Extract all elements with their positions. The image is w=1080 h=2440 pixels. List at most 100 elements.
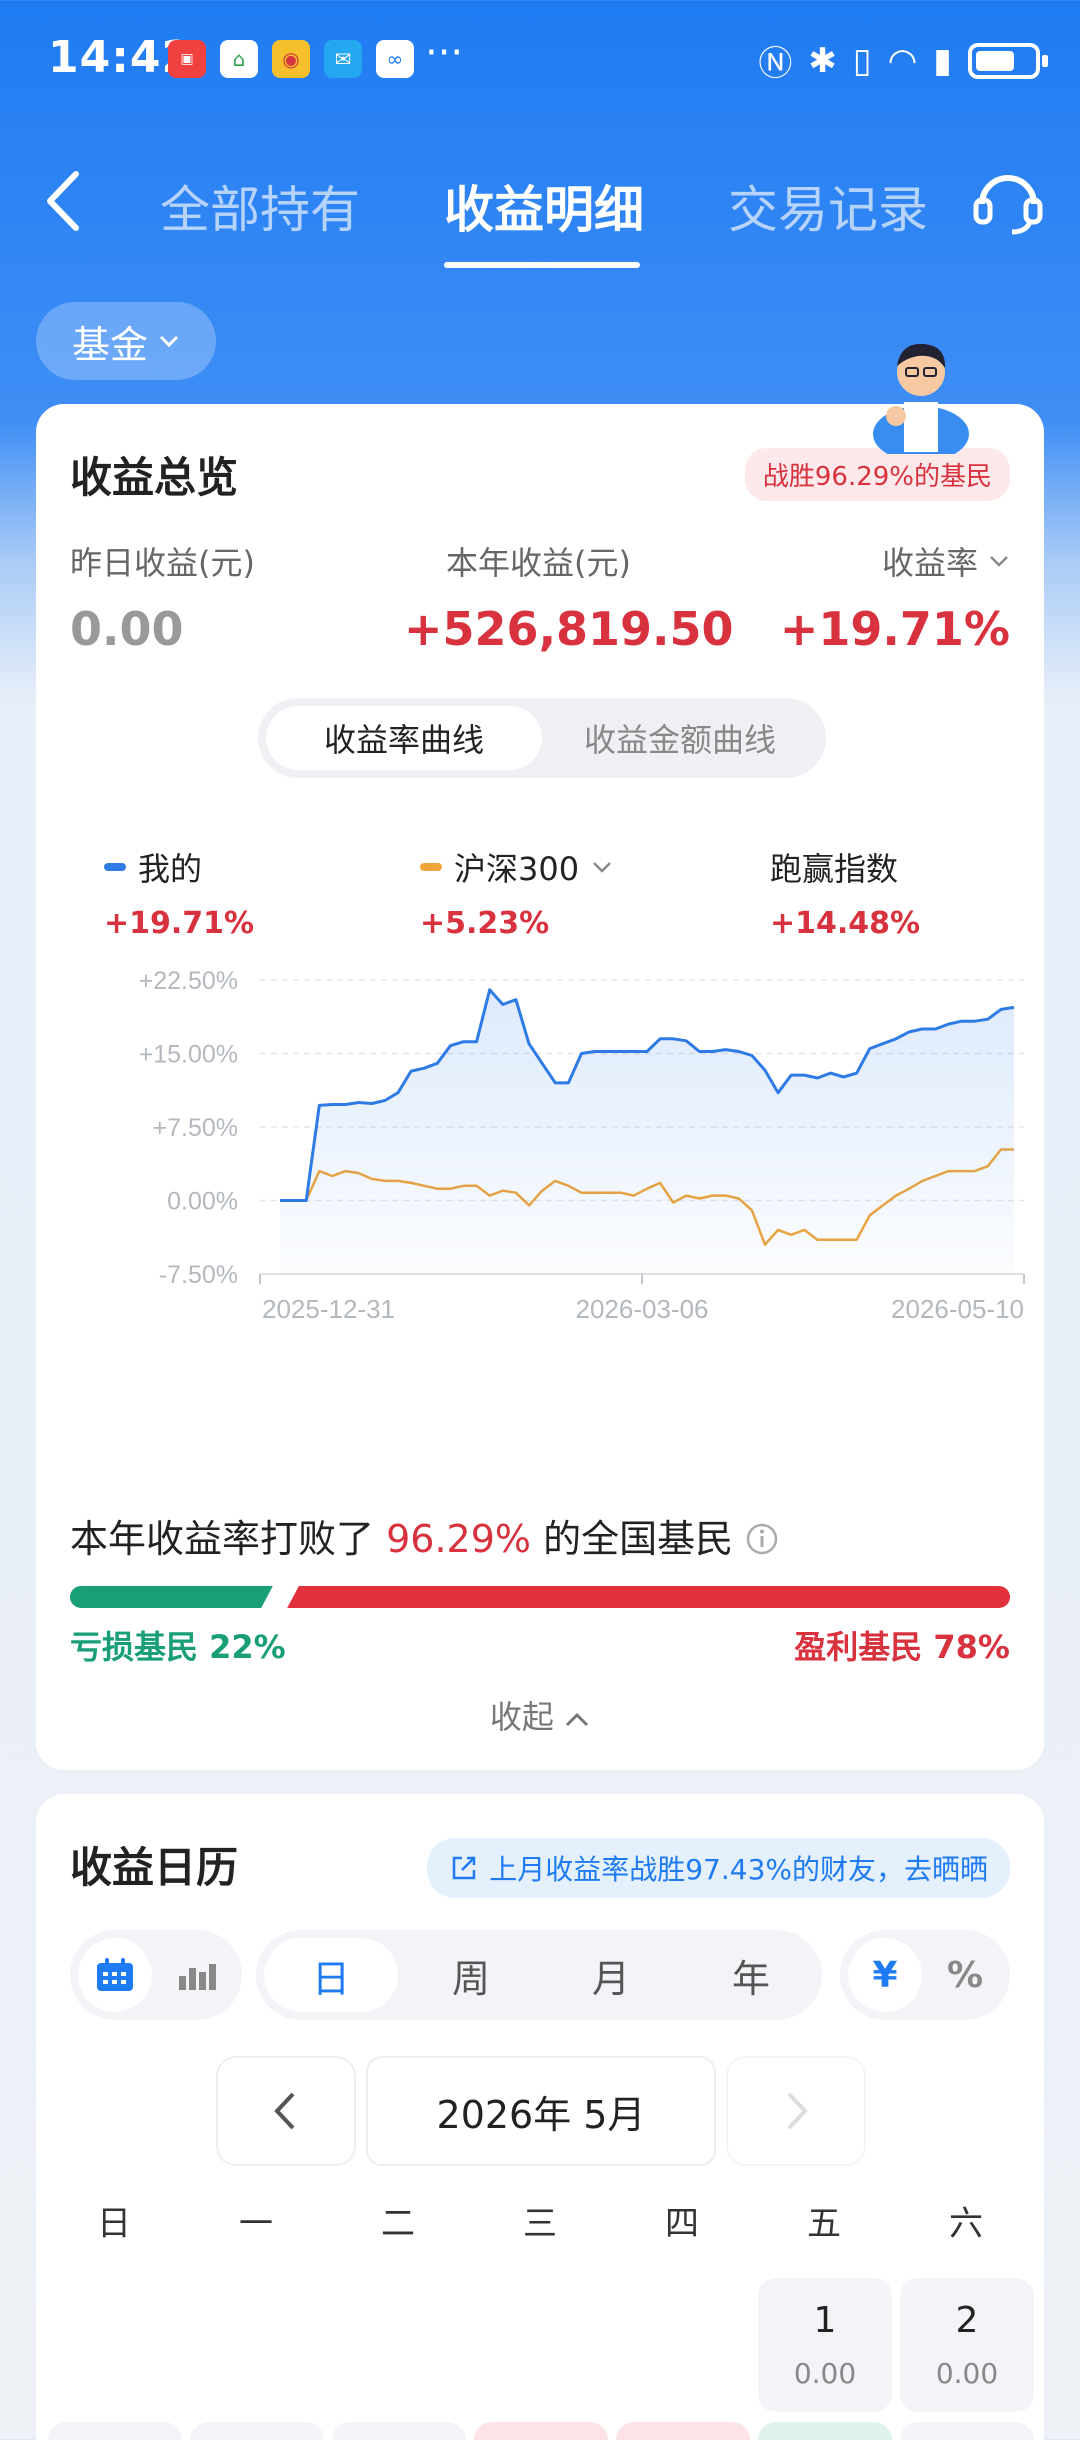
return-rate-chart[interactable]: +22.50% +15.00% +7.50% 0.00% -7.50% 2025-12-3…	[56, 952, 1026, 1432]
legend-swatch	[104, 863, 126, 871]
calendar-day-partial[interactable]	[474, 2422, 608, 2440]
y-tick-label: +7.50%	[153, 1114, 239, 1142]
beat-prefix: 本年收益率打败了	[70, 1517, 375, 1561]
legend-mine: 我的 +19.71%	[104, 844, 254, 941]
weekday-sat: 六	[949, 2204, 983, 2244]
income-overview-card: 收益总览 战胜96.29%的基民 昨日收益(元) 0.00 本年收益(元) +5…	[36, 404, 1044, 1770]
shopping-app-icon: ▣	[168, 40, 206, 78]
share-text: 上月收益率战胜97.43%的财友，去晒晒	[489, 1853, 988, 1886]
period-year[interactable]: 年	[684, 1938, 818, 2012]
y-tick-label: 0.00%	[167, 1188, 238, 1216]
overview-title: 收益总览	[70, 453, 239, 502]
beat-percentage-badge: 战胜96.29%的基民	[744, 448, 1010, 501]
weekday-thu: 四	[665, 2204, 699, 2244]
legend-outperform: 跑赢指数 +14.48%	[770, 844, 920, 941]
chevron-right-icon	[787, 2092, 808, 2130]
beat-summary: 本年收益率打败了 96.29% 的全国基民	[70, 1508, 779, 1563]
loss-investors-label: 亏损基民 22%	[70, 1628, 286, 1666]
gain-bar	[287, 1586, 1010, 1608]
legend-value: +19.71%	[104, 906, 255, 941]
calendar-title: 收益日历	[70, 1843, 239, 1892]
rate-value: +19.71%	[779, 602, 1010, 656]
calendar-day-partial[interactable]	[190, 2422, 324, 2440]
weekday-sun: 日	[97, 2204, 131, 2244]
x-tick-label: 2025-12-31	[262, 1294, 395, 1324]
tab-amount-curve[interactable]: 收益金额曲线	[542, 706, 818, 770]
active-tab-indicator	[444, 262, 640, 268]
curve-type-toggle: 收益率曲线 收益金额曲线	[258, 698, 826, 778]
day-income: 0.00	[935, 2357, 999, 2390]
fund-filter-dropdown[interactable]: 基金	[36, 302, 216, 380]
chevron-down-icon	[593, 862, 611, 873]
home-app-icon: ⌂	[220, 40, 258, 78]
calendar-day-partial[interactable]	[48, 2422, 182, 2440]
chevron-left-icon	[274, 2092, 295, 2130]
view-mode-toggle	[70, 1930, 242, 2020]
tab-all-holdings[interactable]: 全部持有	[160, 170, 360, 242]
share-banner[interactable]: 上月收益率战胜97.43%的财友，去晒晒	[427, 1838, 1010, 1898]
calendar-day[interactable]: 2 0.00	[900, 2278, 1034, 2412]
wifi-icon: ◠	[887, 40, 918, 81]
legend-label: 沪深300	[454, 850, 580, 888]
investor-split-bar	[70, 1584, 1010, 1610]
bluetooth-icon: ✱	[808, 40, 837, 81]
calendar-day-partial[interactable]	[616, 2422, 750, 2440]
period-toggle: 日 周 月 年	[256, 1930, 822, 2020]
top-nav: 全部持有 收益明细 交易记录	[0, 150, 1080, 270]
yesterday-income-value: 0.00	[70, 602, 184, 656]
battery-icon	[968, 42, 1048, 79]
prev-month-button[interactable]	[216, 2056, 356, 2166]
tab-rate-curve[interactable]: 收益率曲线	[266, 706, 542, 770]
y-tick-label: +15.00%	[139, 1041, 238, 1069]
customer-service-icon[interactable]	[968, 160, 1048, 240]
day-number: 2	[955, 2300, 979, 2341]
chevron-up-icon	[566, 1712, 589, 1727]
calendar-day-partial[interactable]	[332, 2422, 466, 2440]
calendar-view-button[interactable]	[78, 1938, 152, 2012]
chevron-down-icon	[990, 556, 1008, 567]
legend-label: 我的	[138, 850, 203, 888]
rate-selector[interactable]: 收益率	[882, 538, 1010, 584]
y-tick-label: -7.50%	[159, 1261, 238, 1289]
calendar-day-partial[interactable]	[900, 2422, 1034, 2440]
y-tick-label: +22.50%	[139, 967, 238, 995]
collapse-button[interactable]: 收起	[36, 1692, 1044, 1738]
more-notifications-icon: ···	[425, 30, 464, 76]
chevron-down-icon	[159, 335, 179, 348]
back-icon[interactable]	[36, 166, 96, 236]
period-day[interactable]: 日	[264, 1938, 398, 2012]
calendar-day-partial[interactable]	[758, 2422, 892, 2440]
unit-amount[interactable]: ¥	[848, 1938, 922, 2012]
legend-value: +14.48%	[770, 906, 921, 941]
weekday-mon: 一	[239, 2204, 273, 2244]
bar-view-button[interactable]	[160, 1938, 234, 2012]
tab-transactions[interactable]: 交易记录	[728, 170, 928, 242]
mascot-illustration	[873, 343, 969, 454]
next-month-button[interactable]	[726, 2056, 866, 2166]
beat-value: 96.29%	[386, 1517, 532, 1561]
weekday-wed: 三	[523, 2204, 557, 2244]
calendar-day[interactable]: 1 0.00	[758, 2278, 892, 2412]
rate-label: 收益率	[881, 544, 978, 582]
year-income-label: 本年收益(元)	[446, 544, 631, 582]
income-calendar-card: 收益日历 上月收益率战胜97.43%的财友，去晒晒 日 周 月 年 ¥ % 20…	[36, 1794, 1044, 2440]
notification-icons: ▣ ⌂ ◉ ✉ ∞	[168, 40, 414, 78]
collapse-label: 收起	[489, 1698, 554, 1736]
unit-percent[interactable]: %	[928, 1938, 1002, 2012]
tab-income-details[interactable]: 收益明细	[444, 170, 644, 242]
period-week[interactable]: 周	[404, 1938, 538, 2012]
weekday-fri: 五	[807, 2204, 841, 2244]
x-tick-label: 2026-05-10	[891, 1294, 1024, 1324]
period-month[interactable]: 月	[544, 1938, 678, 2012]
year-income-value: +526,819.50	[404, 602, 734, 656]
signal-icon: ▮	[933, 40, 952, 81]
legend-value: +5.23%	[420, 906, 550, 941]
day-income: 0.00	[793, 2357, 857, 2390]
link-app-icon: ∞	[376, 40, 414, 78]
bar-chart-icon	[179, 1964, 216, 1990]
info-icon[interactable]	[745, 1522, 779, 1556]
calendar-icon	[97, 1958, 133, 1991]
status-bar: 14:42 ▣ ⌂ ◉ ✉ ∞ ··· Ⓝ ✱ ▯ ◠ ▮	[0, 0, 1080, 120]
legend-benchmark[interactable]: 沪深300 +5.23%	[420, 844, 613, 941]
current-month[interactable]: 2026年 5月	[366, 2056, 716, 2166]
